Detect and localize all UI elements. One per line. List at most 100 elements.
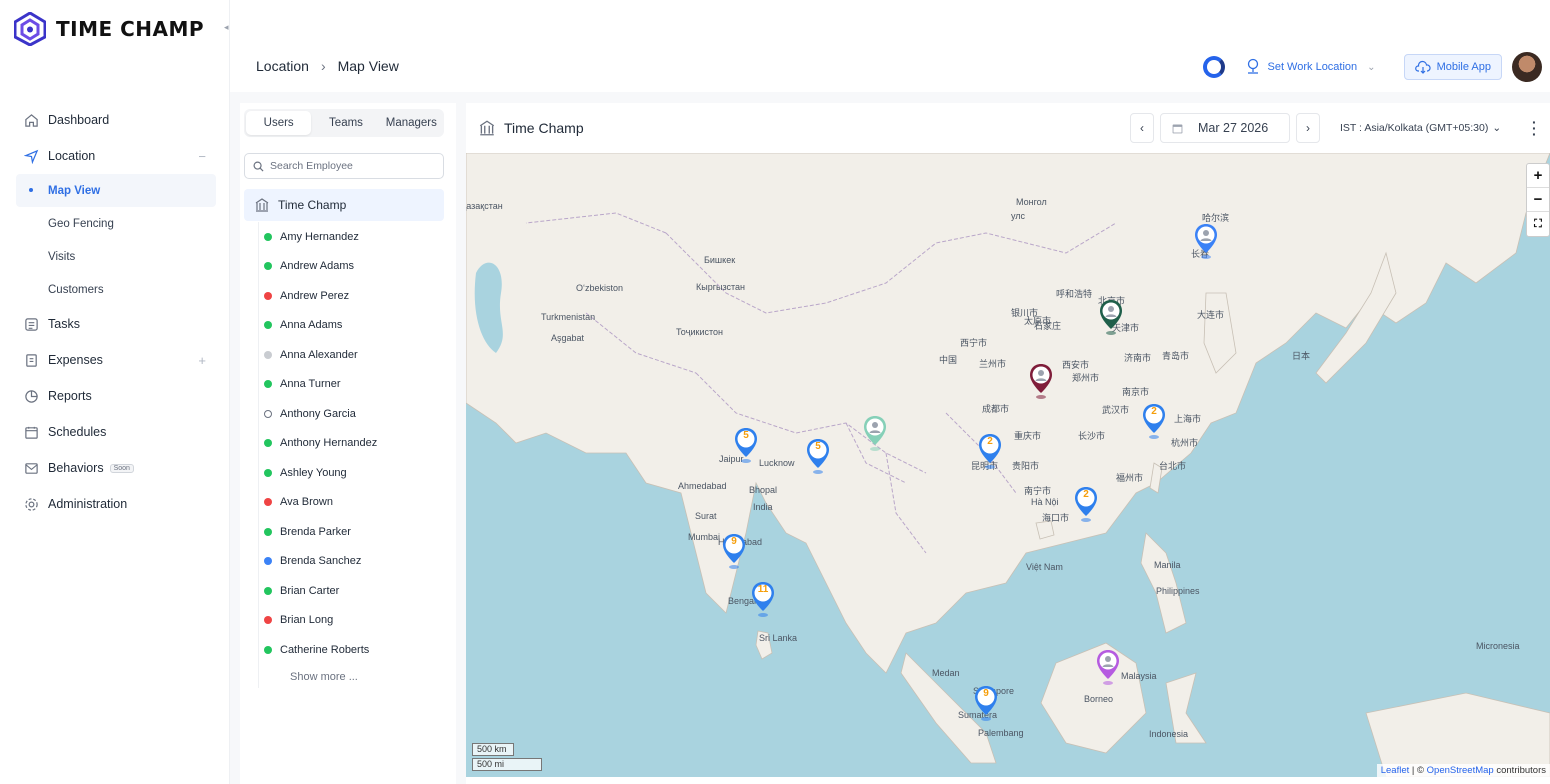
collapse-sidebar-icon[interactable]: ◂: [224, 22, 229, 33]
next-date-button[interactable]: ›: [1296, 113, 1320, 143]
cluster-marker[interactable]: 2: [1142, 403, 1166, 441]
list-item[interactable]: Brenda Sanchez: [244, 547, 444, 577]
attribution-osm-link[interactable]: OpenStreetMap: [1427, 765, 1494, 776]
tab-users[interactable]: Users: [246, 111, 312, 135]
nav-behaviors-label: Behaviors: [48, 461, 104, 475]
list-item[interactable]: Anthony Hernandez: [244, 429, 444, 459]
employee-name: Ava Brown: [280, 496, 333, 509]
cluster-marker[interactable]: 9: [974, 685, 998, 723]
calendar-icon: [22, 423, 40, 441]
avatar[interactable]: [1512, 52, 1542, 82]
user-marker[interactable]: [1029, 363, 1053, 401]
logo[interactable]: TIME CHAMP: [14, 12, 204, 46]
list-item[interactable]: Catherine Roberts: [244, 635, 444, 665]
mobile-app-button[interactable]: Mobile App: [1403, 54, 1502, 80]
more-options-icon[interactable]: · · ·: [1532, 115, 1537, 141]
nav-administration-label: Administration: [48, 497, 128, 511]
status-dot: [264, 439, 272, 448]
list-item[interactable]: Brenda Parker: [244, 517, 444, 547]
org-item[interactable]: Time Champ: [244, 189, 444, 221]
breadcrumb-parent[interactable]: Location: [256, 58, 309, 74]
set-work-location-label: Set Work Location: [1267, 61, 1358, 73]
map-place-label: Ahmedabad: [678, 481, 727, 491]
map-place-label: 呼和浩特: [1056, 289, 1093, 299]
nav-dashboard[interactable]: Dashboard: [0, 102, 230, 138]
status-dot: [264, 380, 272, 389]
list-item[interactable]: Ashley Young: [244, 458, 444, 488]
user-marker[interactable]: [1194, 223, 1218, 261]
chevron-down-icon: ⌄: [1492, 122, 1502, 134]
show-more-link[interactable]: Show more ...: [290, 671, 358, 683]
nav-visits[interactable]: Visits: [0, 240, 230, 273]
set-work-location-button[interactable]: Set Work Location ⌄: [1245, 58, 1376, 76]
nav-expenses[interactable]: Expenses +: [0, 342, 230, 378]
list-item[interactable]: Andrew Perez: [244, 281, 444, 311]
attribution-leaflet-link[interactable]: Leaflet: [1381, 765, 1410, 776]
nav-location-label: Location: [48, 149, 96, 163]
zoom-out-button[interactable]: −: [1527, 188, 1549, 212]
top-bar: Location › Map View Set Work Location ⌄ …: [230, 0, 1550, 92]
list-item[interactable]: Andrew Adams: [244, 252, 444, 282]
cluster-count: 9: [983, 688, 989, 699]
cluster-marker[interactable]: 5: [734, 427, 758, 465]
cluster-marker[interactable]: 2: [978, 433, 1002, 471]
list-item[interactable]: Amy Hernandez: [244, 222, 444, 252]
map-place-label: 南宁市: [1024, 486, 1052, 496]
timechamp-c-icon[interactable]: [1203, 56, 1226, 78]
nav-reports[interactable]: Reports: [0, 378, 230, 414]
nav-administration[interactable]: Administration: [0, 486, 230, 522]
nav-behaviors[interactable]: Behaviors Soon: [0, 450, 230, 486]
nav-geo-fencing[interactable]: Geo Fencing: [0, 207, 230, 240]
map-place-label: Indonesia: [1149, 729, 1189, 739]
nav-schedules[interactable]: Schedules: [0, 414, 230, 450]
chevron-down-icon: ⌄: [1367, 61, 1376, 73]
search-input[interactable]: [270, 160, 430, 172]
map-place-label: Кыргызстан: [696, 282, 745, 292]
list-item[interactable]: Anna Turner: [244, 370, 444, 400]
expand-icon[interactable]: +: [198, 353, 206, 368]
list-item[interactable]: Anna Alexander: [244, 340, 444, 370]
tab-managers[interactable]: Managers: [379, 109, 444, 137]
employee-name: Brenda Sanchez: [280, 555, 362, 568]
fullscreen-icon[interactable]: ⛶: [1527, 212, 1549, 236]
employee-name: Brian Long: [280, 614, 334, 627]
user-marker[interactable]: [1099, 299, 1123, 337]
cluster-marker[interactable]: 2: [1074, 486, 1098, 524]
breadcrumb-current: Map View: [337, 58, 399, 74]
map-place-label: Sri Lanka: [759, 633, 798, 643]
user-marker[interactable]: [1096, 649, 1120, 687]
timezone-select[interactable]: IST : Asia/Kolkata (GMT+05:30) ⌄: [1332, 113, 1512, 143]
list-item[interactable]: Brian Long: [244, 606, 444, 636]
prev-date-button[interactable]: ‹: [1130, 113, 1154, 143]
map-place-label: 南京市: [1122, 387, 1150, 397]
nav-customers[interactable]: Customers: [0, 273, 230, 306]
map-canvas[interactable]: Қазақстан Монгол улс Бишкек Кыргызстан Oʻzbek…: [466, 153, 1550, 777]
list-item[interactable]: Ava Brown: [244, 488, 444, 518]
map-place-label: India: [753, 502, 773, 512]
collapse-icon[interactable]: −: [198, 149, 206, 164]
nav-map-view[interactable]: Map View: [16, 174, 216, 207]
nav-dashboard-label: Dashboard: [48, 113, 110, 127]
status-dot: [264, 291, 272, 300]
cluster-marker[interactable]: 9: [722, 533, 746, 571]
header-actions: Set Work Location ⌄ Mobile App: [1203, 52, 1542, 82]
user-pin-icon: [1195, 224, 1217, 259]
org-name: Time Champ: [278, 198, 347, 212]
nav-tasks[interactable]: Tasks: [0, 306, 230, 342]
home-icon: [22, 111, 40, 129]
date-field[interactable]: Mar 27 2026: [1160, 113, 1290, 143]
cluster-marker[interactable]: 5: [806, 438, 830, 476]
soon-badge: Soon: [109, 463, 134, 473]
cluster-marker[interactable]: 11: [751, 581, 775, 619]
zoom-in-button[interactable]: +: [1527, 164, 1549, 188]
nav-geo-fencing-label: Geo Fencing: [48, 217, 114, 230]
cluster-count: 2: [1151, 406, 1157, 417]
map-place-label: Manila: [1154, 560, 1181, 570]
mail-icon: [22, 459, 40, 477]
list-item[interactable]: Anthony Garcia: [244, 399, 444, 429]
user-marker[interactable]: [863, 415, 887, 453]
tab-teams[interactable]: Teams: [313, 109, 378, 137]
list-item[interactable]: Brian Carter: [244, 576, 444, 606]
nav-location[interactable]: Location −: [0, 138, 230, 174]
list-item[interactable]: Anna Adams: [244, 311, 444, 341]
